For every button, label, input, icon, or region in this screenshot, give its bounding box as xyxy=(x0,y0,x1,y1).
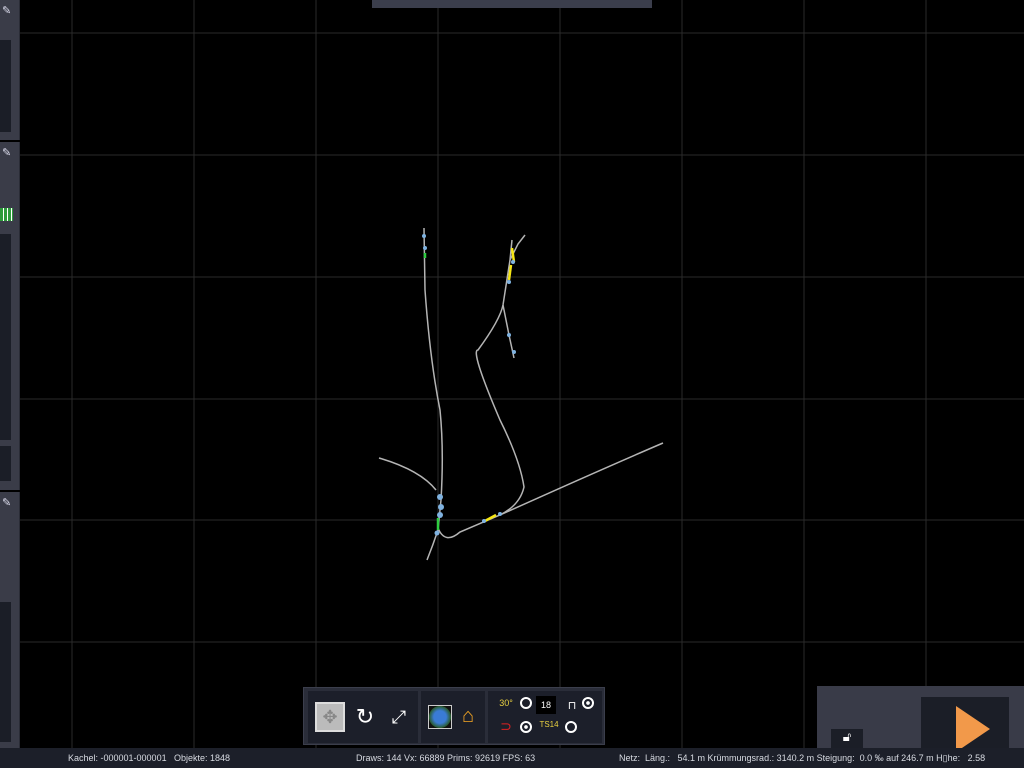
unlock-icon[interactable]: 🔓︎ xyxy=(831,729,863,748)
map-group: ⌂ xyxy=(421,691,485,743)
play-icon[interactable] xyxy=(956,706,990,752)
panel-content xyxy=(0,40,11,132)
tile-info: Kachel: -000001-000001 xyxy=(68,753,167,763)
top-panel-tab[interactable] xyxy=(372,0,652,8)
zoom-extent-icon[interactable]: ⤢ xyxy=(384,702,414,732)
ts-radio[interactable] xyxy=(565,721,577,733)
fit-view-icon[interactable]: ✥ xyxy=(315,702,345,732)
track-spur-left xyxy=(378,457,437,491)
grid-icon[interactable] xyxy=(0,208,13,221)
panel-content xyxy=(0,446,11,481)
panel-content xyxy=(0,234,11,440)
status-bar: Kachel: -000001-000001 Objekte: 1848 Dra… xyxy=(0,748,1024,768)
track-branch-south xyxy=(502,304,515,359)
left-panel-3[interactable]: ✎ xyxy=(0,492,20,748)
pin-icon[interactable]: ✎ xyxy=(2,496,11,509)
magnet-radio[interactable] xyxy=(520,721,532,733)
lock-radio[interactable] xyxy=(582,697,594,709)
viewport-grid[interactable] xyxy=(0,0,1024,768)
object-count: Objekte: 1848 xyxy=(174,753,231,763)
render-stats: Draws: 144 Vx: 66889 Prims: 92619 FPS: 6… xyxy=(356,753,536,763)
slope-angle-icon[interactable]: 30° xyxy=(496,696,516,710)
left-panel-2[interactable]: ✎ xyxy=(0,142,20,490)
magnet-icon[interactable]: ⊃ xyxy=(496,718,516,734)
track-west xyxy=(423,227,444,561)
track-east xyxy=(499,442,664,516)
panel-content xyxy=(0,602,11,742)
home-icon[interactable]: ⌂ xyxy=(455,703,481,729)
track-network xyxy=(378,227,664,561)
view-group: ✥ ↻ ⤢ xyxy=(308,691,418,743)
pin-icon[interactable]: ✎ xyxy=(2,4,11,17)
track-loop xyxy=(437,239,525,539)
rotate-icon[interactable]: ↻ xyxy=(350,702,380,732)
bottom-toolbar: ✥ ↻ ⤢ ⌂ 30° 18 ⊓ ⊃ TS14 xyxy=(303,687,605,745)
net-info: Netz: Läng.: 54.1 m Krümmungsrad.: 3140.… xyxy=(619,753,986,763)
ts-label[interactable]: TS14 xyxy=(538,717,560,731)
globe-icon[interactable] xyxy=(428,705,452,729)
slope-radio[interactable] xyxy=(520,697,532,709)
grid-lines xyxy=(0,0,1024,748)
number-field[interactable]: 18 xyxy=(536,696,556,714)
left-panel-1[interactable]: ✎ xyxy=(0,0,20,140)
lock-small-icon: ⊓ xyxy=(567,699,577,712)
options-group: 30° 18 ⊓ ⊃ TS14 xyxy=(488,691,602,743)
pin-icon[interactable]: ✎ xyxy=(2,146,11,159)
